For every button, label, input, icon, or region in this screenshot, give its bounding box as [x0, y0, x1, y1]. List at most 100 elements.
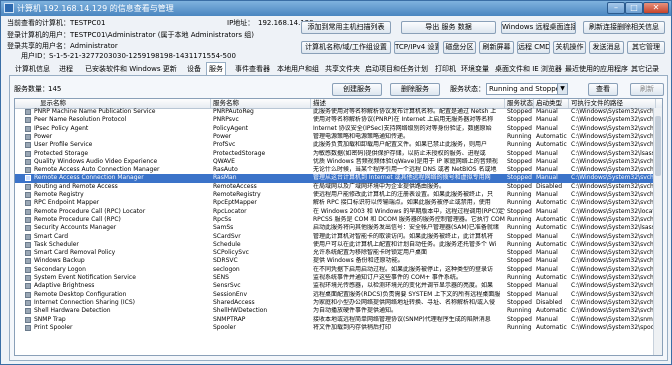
tab-other-records[interactable]: 其它记录 [629, 63, 661, 75]
tab-event-viewer[interactable]: 事件查看器 [233, 63, 272, 75]
tab-desktop-ie[interactable]: 桌面文件和 IE 浏览器 [493, 63, 564, 75]
cell-display-name: Print Spooler [34, 323, 73, 331]
col-display-name[interactable]: 显示名称 [15, 99, 211, 108]
col-exe-path[interactable]: 可执行文件的路径 [569, 99, 656, 108]
remote-cmd-button[interactable]: 远程 CMD [517, 41, 550, 54]
col-description[interactable]: 描述 [311, 99, 505, 108]
cell-service-name: SensrSvc [213, 282, 241, 290]
table-row[interactable]: Task Scheduler Schedule 使用户可以在此计算机上配置和计划自动… [15, 241, 662, 249]
disk-partition-button[interactable]: 磁盘分区 [443, 41, 476, 54]
table-row[interactable]: Protected Storage ProtectedStorage 为敏感数据(如… [15, 150, 662, 158]
service-status-select[interactable]: Running and Stopped ▼ [486, 83, 568, 95]
scrollbar-thumb[interactable] [655, 116, 661, 176]
send-message-button[interactable]: 发送消息 [589, 41, 624, 54]
cell-exe-path: C:\Windows\System32\svchost [571, 108, 656, 115]
tab-installed-software[interactable]: 已安装软件和 Windows 更新 [83, 63, 179, 75]
maximize-button[interactable]: □ [625, 2, 643, 14]
close-button[interactable]: ✕ [643, 2, 669, 14]
cell-startup-type: Manual [536, 257, 558, 265]
refresh-screen-button[interactable]: 刷新屏幕 [479, 41, 514, 54]
col-status[interactable]: 服务状态 [505, 99, 534, 108]
cell-service-name: ShellHWDetection [213, 307, 268, 315]
tab-devices[interactable]: 设备 [185, 63, 203, 75]
cell-status: Running [507, 274, 532, 281]
table-row[interactable]: Remote Procedure Call (RPC) RpcSs RPCSS 服务… [15, 216, 662, 224]
tab-processes[interactable]: 进程 [57, 63, 75, 75]
cell-service-name: SNMPTRAP [213, 315, 246, 323]
table-row[interactable]: SNMP Trap SNMPTRAP 接收本地或远程简单网络管理协议(SNMP)代理… [15, 316, 662, 324]
cell-description: 使远程用户能修改此计算机上的注册表设置。如果此服务被终止，只 [313, 191, 494, 198]
refresh-connection-button[interactable]: 刷新连接删除相关信息 [583, 21, 665, 34]
table-row[interactable]: Internet Connection Sharing (ICS) SharedA… [15, 299, 662, 307]
table-row[interactable]: Quality Windows Audio Video Experience QW… [15, 158, 662, 166]
table-row[interactable]: Shell Hardware Detection ShellHWDetection… [15, 307, 662, 315]
tcpip-settings-button[interactable]: TCP/IPv4 设置 [394, 41, 439, 54]
table-row[interactable]: Secondary Logon seclogon 在不同凭据下启用启动过程。如果此服… [15, 266, 662, 274]
table-row[interactable]: Windows Backup SDRSVC 提供 Windows 备份和还原功能。 S… [15, 257, 662, 265]
table-row[interactable]: Remote Access Auto Connection Manager Ras… [15, 166, 662, 174]
export-services-button[interactable]: 导出 服务 数据 [401, 21, 496, 34]
col-service-name[interactable]: 服务名称 [211, 99, 311, 108]
other-admin-button[interactable]: 其它管理 [627, 41, 665, 54]
table-row[interactable]: RPC Endpoint Mapper RpcEptMapper 解析 RPC 接口… [15, 199, 662, 207]
cell-status: Stopped [507, 249, 532, 257]
tab-shared-folders[interactable]: 共享文件夹 [323, 63, 362, 75]
cell-exe-path: C:\Windows\System32\svchost [571, 157, 656, 165]
cell-display-name: Peer Name Resolution Protocol [34, 116, 127, 124]
table-row[interactable]: Smart Card SCardSvr 管理此计算机对智能卡的取读访问。如果此服务被… [15, 233, 662, 241]
table-row[interactable]: Routing and Remote Access RemoteAccess 在局域… [15, 183, 662, 191]
service-icon [25, 158, 31, 165]
cell-description: 在 Windows 2003 和 Windows 的早期版本中，远程过程调用(R… [313, 207, 505, 215]
tab-local-users[interactable]: 本地用户和组 [275, 63, 321, 75]
cell-service-name: RpcEptMapper [213, 199, 257, 207]
table-row[interactable]: PNRP Machine Name Publication Service PNR… [15, 108, 662, 116]
table-row[interactable]: Power Power 管理电源策略和电源策略通知传递。 Running Automat… [15, 133, 662, 141]
cell-startup-type: Manual [536, 149, 558, 157]
cell-exe-path: C:\Windows\System32\svchost [571, 298, 656, 306]
cell-service-name: PolicyAgent [213, 124, 249, 132]
cell-display-name: Secondary Logon [34, 265, 86, 273]
table-row[interactable]: Smart Card Removal Policy SCPolicySvc 允许系统… [15, 249, 662, 257]
table-row[interactable]: User Profile Service ProfSvc 此服务负责加载和卸载用户配… [15, 141, 662, 149]
add-to-scan-list-button[interactable]: 添加到常用主机扫描列表 [301, 21, 391, 34]
service-icon [25, 308, 31, 315]
cell-description: Internet 协议安全(IPSec)支持网络级别的对等身份验证，数据原始 [313, 124, 492, 132]
table-row[interactable]: Adaptive Brightness SensrSvc 监视环境光传感器，以检测环… [15, 282, 662, 290]
table-row[interactable]: Peer Name Resolution Protocol PNRPsvc 使用对等… [15, 116, 662, 124]
cell-description: 在局域网以及广域网环境中为企业提供路由服务。 [313, 182, 446, 190]
shared-user-label: 登录共享的用户名： [7, 42, 70, 50]
view-button[interactable]: 查看 [588, 83, 618, 96]
cell-service-name: RasAuto [213, 166, 238, 174]
computer-name-domain-button[interactable]: 计算机名称/域/工作组设置 [301, 41, 391, 54]
table-row[interactable]: System Event Notification Service SENS 监视系… [15, 274, 662, 282]
col-startup-type[interactable]: 启动类型 [534, 99, 569, 108]
tab-services[interactable]: 服务 [206, 62, 226, 76]
table-row[interactable]: Print Spooler Spooler 将文件加载到内存供稍后打印 Running… [15, 324, 662, 332]
cell-service-name: RemoteRegistry [213, 191, 261, 198]
cell-exe-path: C:\Windows\System32\svchost [571, 116, 656, 124]
tab-computer-info[interactable]: 计算机信息 [13, 63, 52, 75]
refresh-service-button[interactable]: 刷新 [630, 83, 664, 96]
table-row[interactable]: Remote Registry RemoteRegistry 使远程用户能修改此计算… [15, 191, 662, 199]
table-row[interactable]: Remote Procedure Call (RPC) Locator RpcLo… [15, 208, 662, 216]
table-row[interactable]: Remote Desktop Configuration SessionEnv 远程… [15, 291, 662, 299]
cell-description: 优质 Windows 音频视频体验(qWave)是用于 IP 家庭网络上的音频视 [313, 157, 498, 165]
create-service-button[interactable]: 创建服务 [332, 83, 382, 96]
minimize-button[interactable]: – [607, 2, 625, 14]
tab-recent-apps[interactable]: 最近使用的应用程序 [563, 63, 630, 75]
tab-printers[interactable]: 打印机 [433, 63, 458, 75]
service-icon [25, 275, 31, 281]
cell-display-name: Power [34, 132, 53, 140]
cell-description: 为家庭和小型办公网络提供网络地址转换、寻址、名称解析和/或入侵 [313, 298, 496, 306]
remote-desktop-button[interactable]: Windows 远程桌面连接 [501, 21, 576, 34]
service-icon [25, 225, 31, 232]
table-row[interactable]: IPsec Policy Agent PolicyAgent Internet 协议… [15, 125, 662, 133]
table-row[interactable]: Security Accounts Manager SamSs 启动此服务将向其他服… [15, 224, 662, 232]
shutdown-button[interactable]: 关机操作 [553, 41, 586, 54]
cell-startup-type: Automatic [536, 141, 567, 149]
vertical-scrollbar[interactable] [653, 108, 662, 355]
table-row[interactable]: Remote Access Connection Manager RasMan 管理… [15, 174, 662, 183]
tab-startup-tasks[interactable]: 启动项目和任务计划 [363, 63, 430, 75]
tab-env-vars[interactable]: 环境变量 [459, 63, 491, 75]
delete-service-button[interactable]: 删除服务 [390, 83, 440, 96]
